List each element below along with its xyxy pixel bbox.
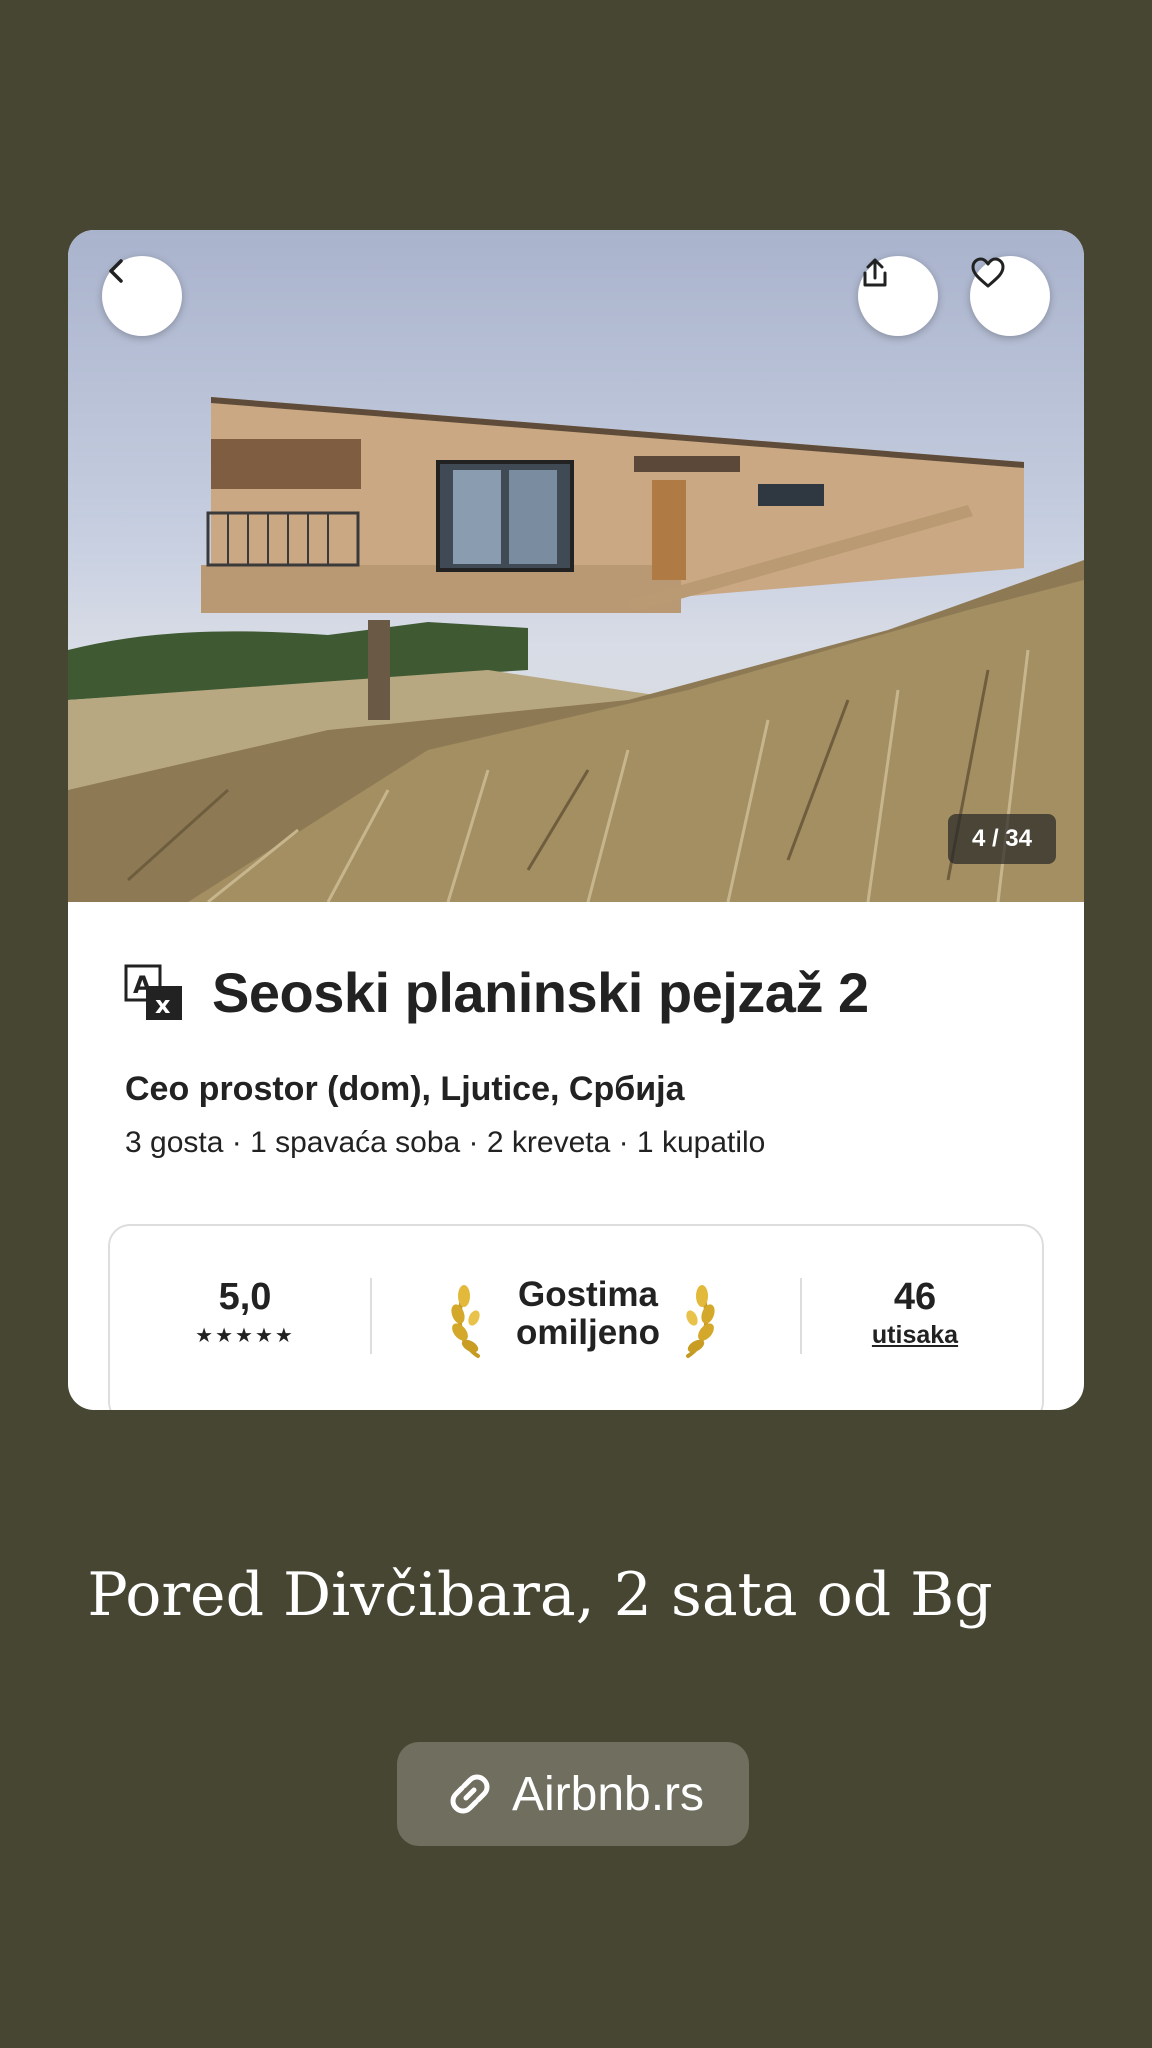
star-rating-icon: ★★★★★ xyxy=(195,1325,295,1347)
divider xyxy=(800,1278,802,1354)
listing-location: Ceo prostor (dom), Ljutice, Србија xyxy=(125,1070,685,1108)
guest-favorite-badge: Gostima omiljeno xyxy=(448,1276,728,1360)
link-icon xyxy=(450,1774,490,1814)
listing-photo[interactable]: 4 / 34 xyxy=(68,230,1084,902)
divider xyxy=(370,1278,372,1354)
back-button[interactable] xyxy=(102,256,182,336)
laurel-icon xyxy=(686,1285,715,1358)
share-icon xyxy=(863,258,887,287)
title-row: A x Seoski planinski pejzaž 2 xyxy=(124,960,869,1025)
story-caption: Pored Divčibara, 2 sata od Bg xyxy=(87,1560,993,1630)
laurel-icon xyxy=(451,1285,480,1358)
photo-counter: 4 / 34 xyxy=(947,814,1056,864)
translate-icon[interactable]: A x xyxy=(124,964,184,1022)
guest-favorite-line1: Gostima xyxy=(517,1275,659,1314)
chevron-left-icon xyxy=(109,259,123,283)
ratings-summary[interactable]: 5,0 ★★★★★ Gostima omiljeno 46 utisaka xyxy=(108,1224,1044,1410)
share-button[interactable] xyxy=(858,256,938,336)
heart-icon xyxy=(971,257,1005,288)
reviews-count: 46 xyxy=(893,1276,937,1318)
link-sticker-label: Airbnb.rs xyxy=(511,1767,705,1821)
rating-score: 5,0 ★★★★★ xyxy=(180,1276,310,1348)
listing-card[interactable]: 4 / 34 A x Seoski planinski pejzaž 2 Ceo… xyxy=(68,230,1084,1410)
save-favorite-button[interactable] xyxy=(970,256,1050,336)
guest-favorite-label: Gostima omiljeno xyxy=(504,1276,672,1352)
house-photo-illustration xyxy=(68,397,1084,902)
listing-details: 3 gosta · 1 spavaća soba · 2 kreveta · 1… xyxy=(125,1126,766,1159)
listing-title: Seoski planinski pejzaž 2 xyxy=(212,961,869,1024)
link-sticker[interactable]: Airbnb.rs xyxy=(397,1742,749,1846)
reviews-link[interactable]: utisaka xyxy=(850,1321,980,1350)
rating-value: 5,0 xyxy=(218,1276,272,1318)
svg-text:x: x xyxy=(155,991,171,1019)
guest-favorite-line2: omiljeno xyxy=(516,1313,660,1352)
reviews-summary[interactable]: 46 utisaka xyxy=(850,1276,980,1350)
